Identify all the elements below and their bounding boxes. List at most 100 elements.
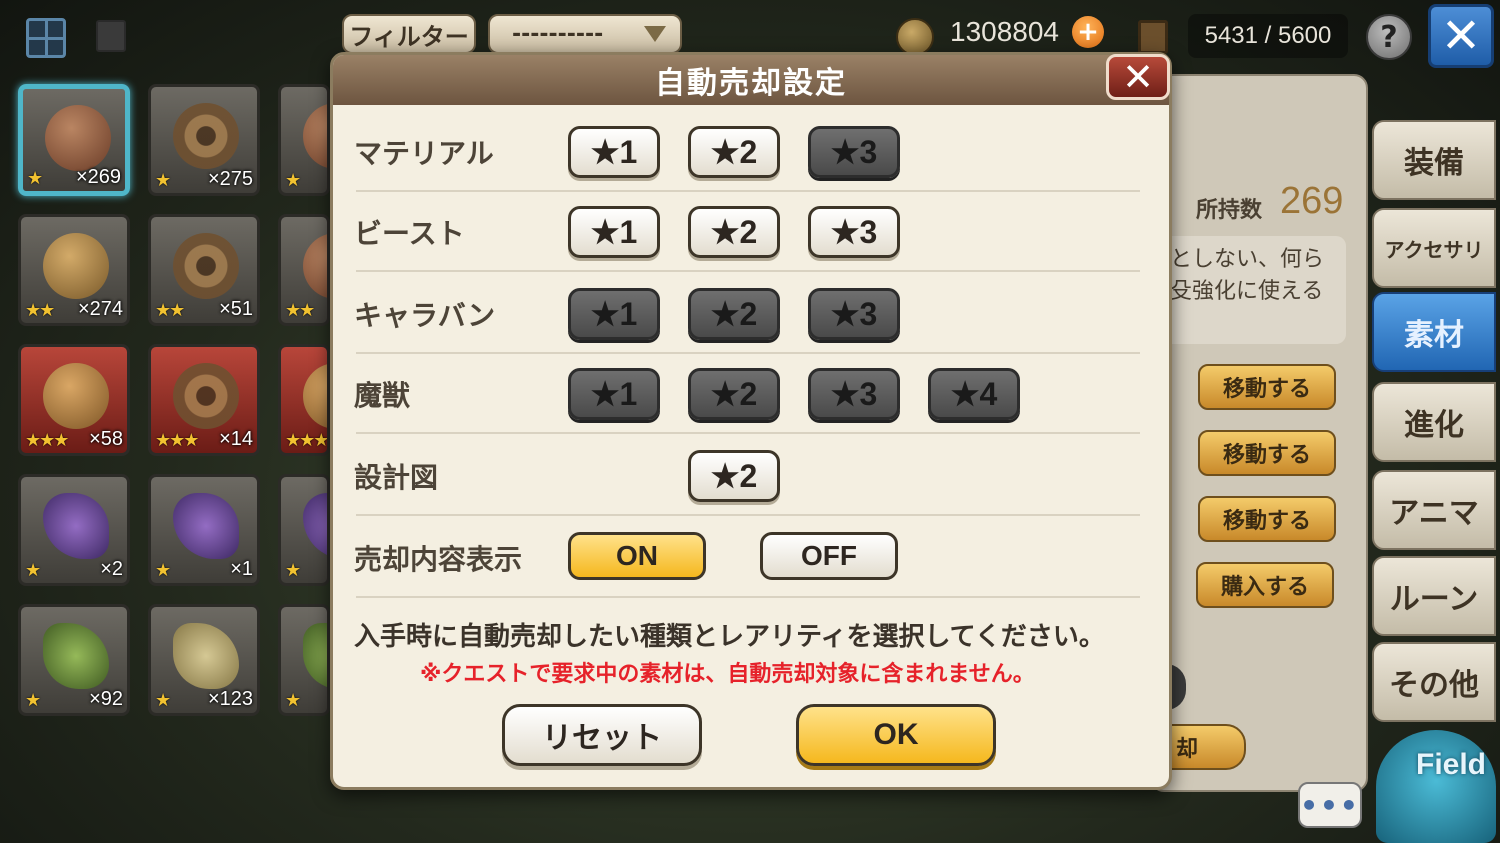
item-image xyxy=(45,105,111,171)
separator xyxy=(356,270,1140,272)
rarity-stars: ★ xyxy=(27,168,43,189)
move-button-3[interactable]: 移動する xyxy=(1198,496,1336,542)
tab-5[interactable]: アニマ xyxy=(1372,470,1496,550)
sell-button[interactable]: 却 xyxy=(1170,724,1246,770)
filter-dropdown[interactable]: ---------- xyxy=(488,14,682,54)
separator xyxy=(356,514,1140,516)
rarity-toggle-button[interactable]: ★2 xyxy=(688,126,780,178)
move-button-2[interactable]: 移動する xyxy=(1198,430,1336,476)
rarity-toggle-button[interactable]: ★1 xyxy=(568,288,660,340)
help-button[interactable]: ? xyxy=(1366,14,1412,60)
inventory-item[interactable]: ★ xyxy=(278,474,330,586)
item-image xyxy=(173,233,239,299)
rarity-toggle-button[interactable]: ★1 xyxy=(568,126,660,178)
tab-1[interactable]: 装備 xyxy=(1372,120,1496,200)
move-button-1[interactable]: 移動する xyxy=(1198,364,1336,410)
item-image xyxy=(303,103,327,169)
sell-display-label: 売却内容表示 xyxy=(354,543,523,576)
item-count: ×274 xyxy=(77,298,123,320)
field-mascot-icon[interactable] xyxy=(1376,730,1496,843)
display-off-toggle[interactable]: OFF xyxy=(760,532,898,580)
chevron-down-icon xyxy=(644,26,666,42)
inventory-item[interactable]: ★ ×275 xyxy=(148,84,260,196)
rarity-stars: ★★★ xyxy=(25,430,69,451)
inventory-item[interactable]: ★★★ ×14 xyxy=(148,344,260,456)
inventory-item[interactable]: ★ ×1 xyxy=(148,474,260,586)
item-count: ×51 xyxy=(219,298,253,320)
rarity-stars: ★ xyxy=(25,690,41,711)
dialog-title: 自動売却設定 xyxy=(333,55,1169,105)
list-view-icon[interactable] xyxy=(96,20,126,52)
inventory-item[interactable]: ★ ×269 xyxy=(18,84,130,196)
inventory-item[interactable]: ★ xyxy=(278,84,330,196)
inventory-item[interactable]: ★★★ xyxy=(278,344,330,456)
add-coins-button[interactable]: + xyxy=(1072,16,1104,48)
chat-button[interactable]: ••• xyxy=(1298,782,1362,828)
tab-3[interactable]: 素材 xyxy=(1372,292,1496,372)
inventory-item[interactable]: ★★★ ×58 xyxy=(18,344,130,456)
item-description: としない、何ら 殳強化に使える xyxy=(1170,247,1325,304)
item-image xyxy=(43,623,109,689)
item-count: ×269 xyxy=(75,166,121,188)
rarity-stars: ★★ xyxy=(25,300,55,321)
purchase-button[interactable]: 購入する xyxy=(1196,562,1334,608)
instruction-text: 入手時に自動売却したい種類とレアリティを選択してください。 xyxy=(354,622,1105,652)
rarity-stars: ★ xyxy=(285,560,301,581)
item-image xyxy=(303,233,327,299)
rarity-toggle-button[interactable]: ★3 xyxy=(808,206,900,258)
row-label: マテリアル xyxy=(354,137,494,170)
tab-2[interactable]: アクセサリ xyxy=(1372,208,1496,288)
tab-7[interactable]: その他 xyxy=(1372,642,1496,722)
item-image xyxy=(43,233,109,299)
row-label: 魔獣 xyxy=(354,379,411,412)
rarity-toggle-button[interactable]: ★3 xyxy=(808,368,900,420)
rarity-stars: ★★★ xyxy=(155,430,199,451)
item-count: ×14 xyxy=(219,428,253,450)
tab-4[interactable]: 進化 xyxy=(1372,382,1496,462)
close-screen-button[interactable]: ✕ xyxy=(1428,4,1494,68)
rarity-stars: ★★ xyxy=(155,300,185,321)
inventory-item[interactable]: ★ ×2 xyxy=(18,474,130,586)
owned-count-label: 所持数 xyxy=(1196,198,1263,223)
item-image xyxy=(173,103,239,169)
reset-button[interactable]: リセット xyxy=(502,704,702,766)
rarity-toggle-button[interactable]: ★2 xyxy=(688,206,780,258)
item-image xyxy=(43,493,109,559)
grid-view-icon[interactable] xyxy=(26,18,66,58)
row-label: ビースト xyxy=(354,217,465,250)
rarity-stars: ★ xyxy=(285,170,301,191)
rarity-toggle-button[interactable]: ★1 xyxy=(568,206,660,258)
inventory-item[interactable]: ★★ ×51 xyxy=(148,214,260,326)
rarity-toggle-button[interactable]: ★2 xyxy=(688,288,780,340)
tab-6[interactable]: ルーン xyxy=(1372,556,1496,636)
coin-count: 1308804 xyxy=(950,16,1060,47)
item-count: ×58 xyxy=(89,428,123,450)
field-button-label[interactable]: Field xyxy=(1416,748,1486,782)
item-count: ×1 xyxy=(230,558,253,580)
rarity-toggle-button[interactable]: ★1 xyxy=(568,368,660,420)
separator xyxy=(356,190,1140,192)
rarity-toggle-button[interactable]: ★2 xyxy=(688,450,780,502)
rarity-stars: ★ xyxy=(155,560,171,581)
filter-button[interactable]: フィルター xyxy=(342,14,476,54)
inventory-item[interactable]: ★★ xyxy=(278,214,330,326)
rarity-toggle-button[interactable]: ★2 xyxy=(688,368,780,420)
display-on-toggle[interactable]: ON xyxy=(568,532,706,580)
item-image xyxy=(303,493,327,559)
separator xyxy=(356,432,1140,434)
warning-text: ※クエストで要求中の素材は、自動売却対象に含まれません。 xyxy=(420,662,1035,687)
rarity-toggle-button[interactable]: ★3 xyxy=(808,126,900,178)
storage-box-icon xyxy=(1138,20,1168,54)
ok-button[interactable]: OK xyxy=(796,704,996,766)
inventory-item[interactable]: ★★ ×274 xyxy=(18,214,130,326)
rarity-toggle-button[interactable]: ★4 xyxy=(928,368,1020,420)
item-image xyxy=(43,363,109,429)
owned-count-value: 269 xyxy=(1280,180,1344,222)
inventory-item[interactable]: ★ xyxy=(278,604,330,716)
row-label: キャラバン xyxy=(354,299,496,332)
inventory-item[interactable]: ★ ×92 xyxy=(18,604,130,716)
rarity-toggle-button[interactable]: ★3 xyxy=(808,288,900,340)
dialog-close-button[interactable]: ✕ xyxy=(1106,54,1170,100)
inventory-item[interactable]: ★ ×123 xyxy=(148,604,260,716)
storage-capacity: 5431 / 5600 xyxy=(1188,14,1348,58)
